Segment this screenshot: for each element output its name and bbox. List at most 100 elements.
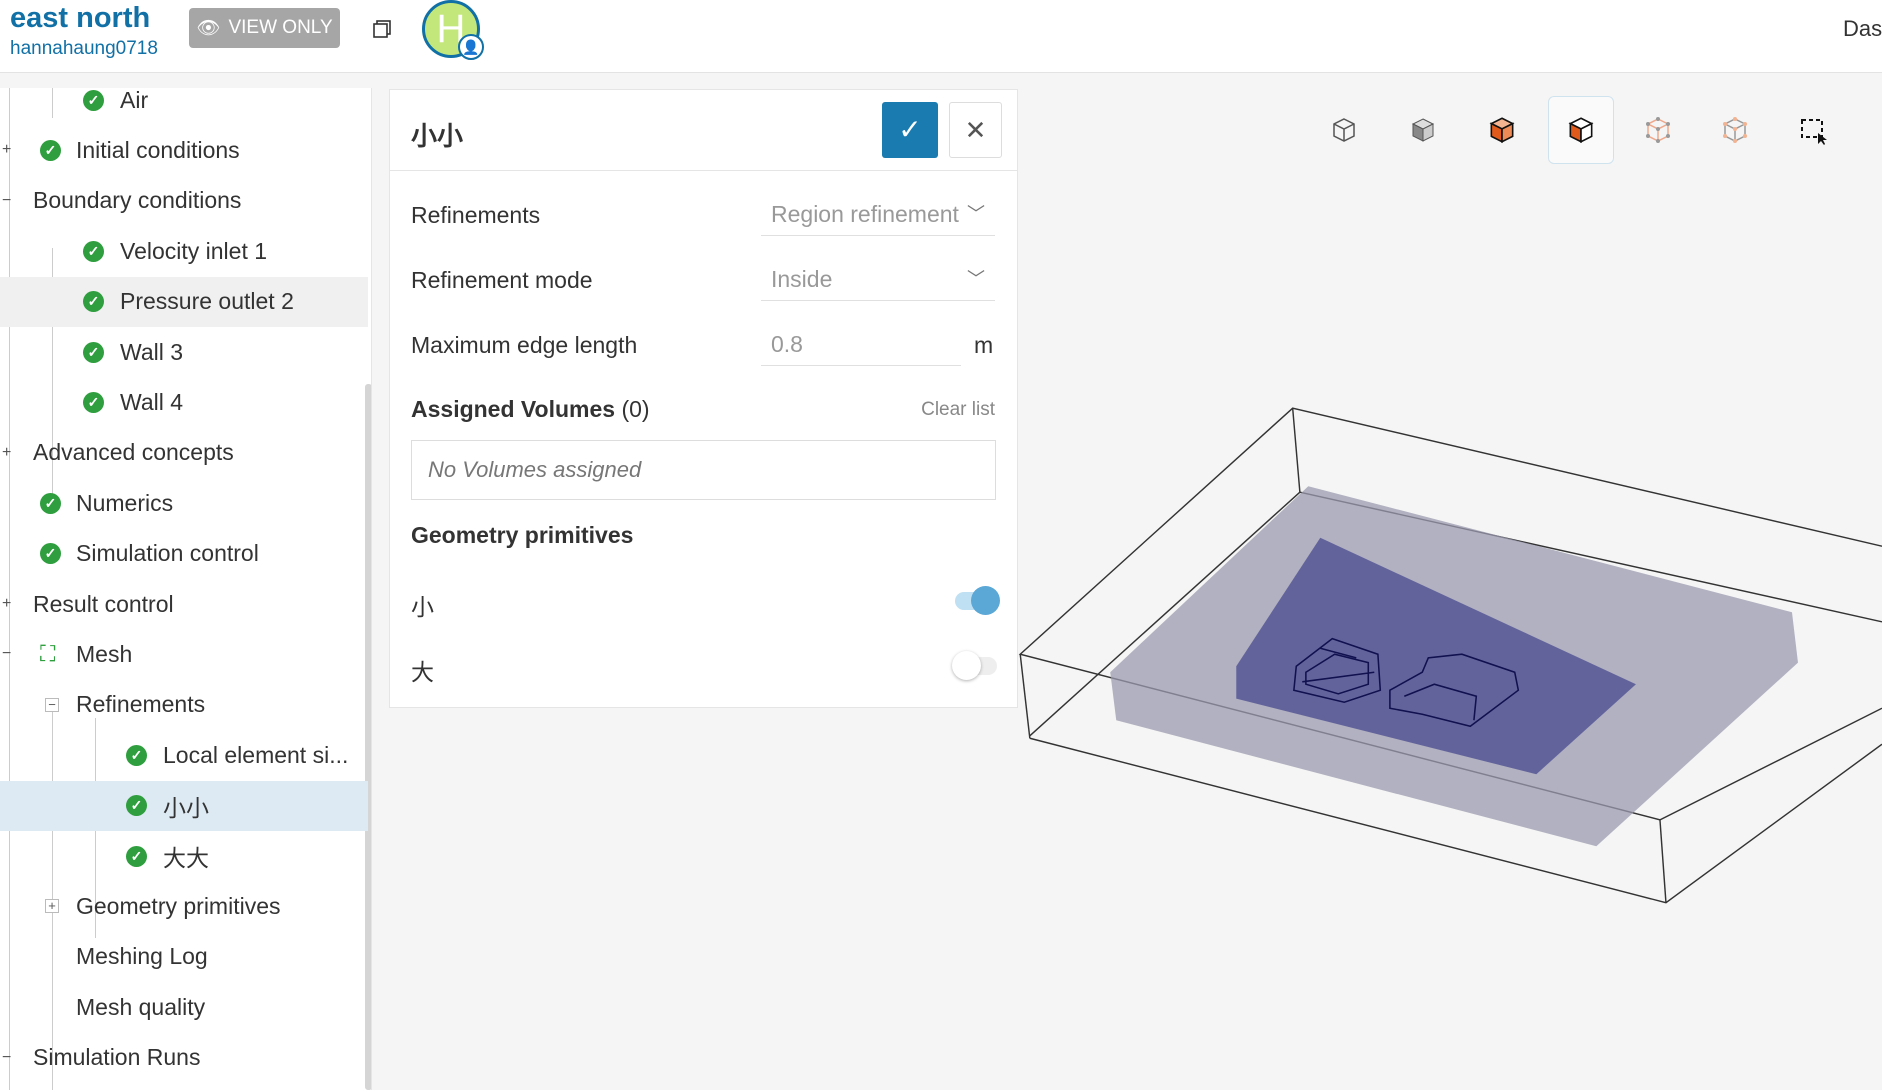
project-title[interactable]: east north [10, 2, 150, 35]
tree-item[interactable]: ✓ Simulation control [0, 529, 368, 579]
tree-item[interactable]: − ⛶ Mesh [0, 629, 368, 679]
tree-item[interactable]: + Advanced concepts [0, 428, 368, 478]
check-circle-icon: ✓ [83, 240, 104, 262]
tree-item[interactable]: + ✓ Initial conditions [0, 125, 368, 175]
tree-item[interactable]: Mesh quality [0, 982, 368, 1032]
refinement-mode-value: Inside [771, 266, 833, 292]
tree-item[interactable]: Meshing Log [0, 932, 368, 982]
primitive-toggle-on[interactable] [955, 586, 1000, 615]
tree-item-label: 大大 [163, 845, 209, 871]
tree-item[interactable]: + Geometry primitives [0, 881, 368, 931]
refinement-mode-label: Refinement mode [411, 267, 593, 293]
collapse-icon[interactable]: − [2, 1049, 11, 1067]
collapse-icon[interactable]: − [2, 645, 11, 663]
tree-item[interactable]: ✓ Wall 3 [0, 327, 368, 377]
mesh-icon: ⛶ [40, 641, 56, 667]
solid-cube-icon [1411, 118, 1435, 142]
tree-item-label: Mesh [76, 640, 133, 667]
toggle-knob [952, 651, 981, 680]
tree-item[interactable]: − Simulation Runs [0, 1033, 368, 1083]
edge-cube-icon [1646, 117, 1670, 143]
tree-item[interactable]: ✓ Numerics [0, 478, 368, 528]
dashboard-link[interactable]: Das [1843, 16, 1882, 42]
primitive-label: 大 [411, 659, 434, 685]
eye-icon: 👁 [196, 18, 221, 39]
domain-box-edge [1299, 491, 1882, 623]
tree-item-label: Initial conditions [76, 136, 240, 163]
check-circle-icon: ✓ [83, 89, 104, 111]
check-circle-icon: ✓ [40, 139, 61, 161]
select-edges-button[interactable] [1634, 106, 1682, 154]
expand-icon[interactable]: + [45, 899, 59, 914]
tree-item[interactable]: ✓ Air [0, 88, 368, 125]
max-edge-label: Maximum edge length [411, 332, 638, 358]
tree-item-label: Refinements [76, 691, 206, 718]
confirm-button[interactable]: ✓ [882, 102, 938, 158]
tree-item[interactable]: ✓ Pressure outlet 2 [0, 276, 368, 327]
assigned-volumes-count: (0) [621, 396, 650, 422]
geometry-primitives-label: Geometry primitives [411, 522, 634, 548]
face-cube-icon [1568, 117, 1594, 144]
tree-item[interactable]: ✓ Local element si... [0, 730, 368, 780]
primitive-toggle-off[interactable] [952, 651, 997, 680]
tree-item-label: Wall 3 [120, 338, 184, 365]
assigned-volumes-list[interactable]: No Volumes assigned [411, 440, 996, 500]
refinement-mode-select[interactable]: Inside ﹀ [761, 257, 995, 301]
close-icon: ✕ [964, 115, 987, 145]
max-edge-input[interactable]: 0.8 [761, 322, 961, 366]
wireframe-view-button[interactable] [1320, 106, 1368, 154]
refinements-select[interactable]: Region refinement ﹀ [761, 192, 995, 236]
tree-item-label: Air [120, 88, 149, 113]
select-points-button[interactable] [1711, 106, 1759, 154]
point-cube-icon [1723, 117, 1747, 143]
solid-view-button[interactable] [1399, 106, 1447, 154]
expand-icon[interactable]: + [2, 141, 11, 159]
check-circle-icon: ✓ [83, 341, 104, 363]
username-link[interactable]: hannahaung0718 [10, 38, 158, 60]
tree-item[interactable]: + Result control [0, 579, 368, 629]
tree-item[interactable]: ✓ Velocity inlet 1 [0, 226, 368, 276]
clear-list-button[interactable]: Clear list [921, 399, 995, 421]
tree-item-label: Simulation Runs [33, 1044, 201, 1071]
box-select-icon [1801, 119, 1827, 145]
collapse-icon[interactable]: − [2, 192, 11, 210]
tree-item-label: Meshing Log [76, 943, 208, 970]
tree-item-label: 小小 [163, 794, 209, 821]
panel-header: 小小 ✓ ✕ [390, 90, 1017, 171]
box-select-button[interactable] [1789, 106, 1837, 154]
simulation-tree: ✓ Air + ✓ Initial conditions − Boundary condit… [0, 88, 372, 1090]
top-bar: east north hannahaung0718 👁 VIEW ONLY H 👤… [0, 0, 1882, 73]
tree-item-label: Boundary conditions [33, 187, 242, 214]
refinement-region [1236, 537, 1636, 775]
refinements-value: Region refinement [771, 201, 959, 227]
tree-item[interactable]: ✓ 大大 [0, 831, 368, 881]
check-icon: ✓ [898, 114, 922, 145]
expand-icon[interactable]: + [2, 595, 11, 613]
tree-item-label: Advanced concepts [33, 439, 234, 466]
close-button[interactable]: ✕ [949, 102, 1002, 158]
view-only-badge[interactable]: 👁 VIEW ONLY [189, 8, 340, 48]
select-faces-button[interactable] [1548, 96, 1614, 164]
user-edit-icon: 👤 [458, 34, 484, 60]
tree-item[interactable]: ✓ 小小 [0, 780, 368, 831]
buildings [1293, 637, 1520, 728]
tree-item[interactable]: − Refinements [0, 680, 368, 730]
domain-box-edge [1018, 407, 1882, 821]
tree-item[interactable]: − Boundary conditions [0, 176, 368, 226]
domain-box-edge [1019, 654, 1031, 739]
expand-icon[interactable]: + [2, 444, 11, 462]
chevron-down-icon: ﹀ [967, 204, 985, 224]
assigned-volumes-title: Assigned Volumes [411, 396, 616, 422]
tree-item-label: Pressure outlet 2 [120, 288, 294, 315]
check-circle-icon: ✓ [126, 845, 147, 867]
tree-item-label: Wall 4 [120, 388, 184, 415]
tree-item[interactable]: ✓ Wall 4 [0, 377, 368, 427]
chevron-down-icon: ﹀ [967, 269, 985, 289]
tree-item-label: Velocity inlet 1 [120, 237, 268, 264]
tree-item-label: Mesh quality [76, 993, 206, 1020]
collapse-icon[interactable]: − [45, 697, 59, 712]
toggle-knob [971, 586, 1000, 615]
select-volumes-button[interactable] [1478, 106, 1526, 154]
domain-box-edge [1029, 491, 1301, 737]
copy-icon[interactable] [372, 19, 392, 39]
